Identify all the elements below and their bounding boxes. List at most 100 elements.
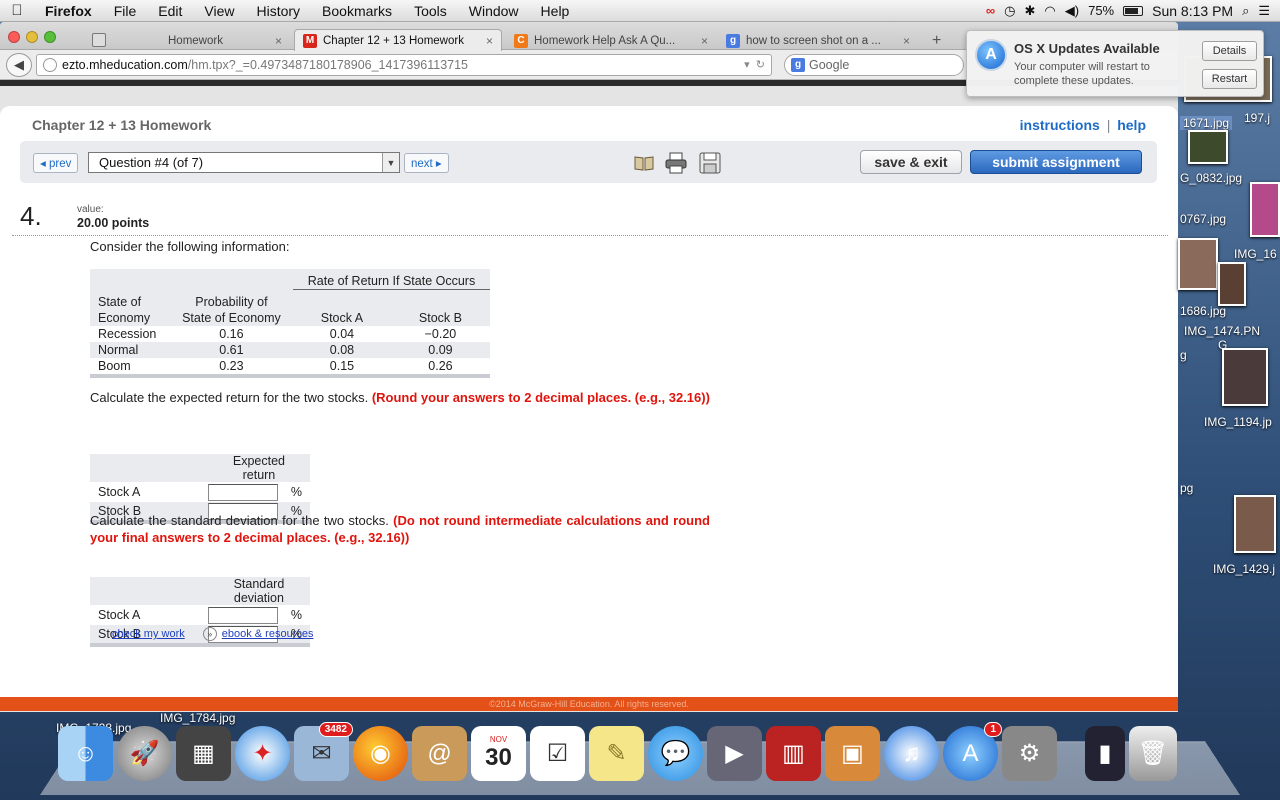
details-button[interactable]: Details — [1202, 41, 1257, 61]
itunes-icon[interactable]: ♫ — [884, 726, 939, 781]
close-tab-icon[interactable]: × — [267, 34, 282, 48]
close-window-button[interactable] — [8, 31, 20, 43]
clock[interactable]: Sun 8:13 PM — [1152, 3, 1233, 19]
header-spacer — [90, 269, 170, 290]
safari-icon[interactable]: ✦ — [235, 726, 290, 781]
desktop-file-label[interactable]: g — [1180, 348, 1187, 362]
notification-center-icon[interactable]: ☰ — [1258, 3, 1270, 19]
notification-body: Your computer will restart to complete t… — [1014, 61, 1150, 87]
desktop-file-label[interactable]: IMG_1474.PN — [1184, 324, 1260, 338]
tab-homework-help[interactable]: C Homework Help Ask A Qu... × — [506, 30, 716, 51]
contacts-icon[interactable]: @ — [412, 726, 467, 781]
menu-app-firefox[interactable]: Firefox — [34, 3, 103, 19]
launchpad-icon[interactable]: 🚀 — [117, 726, 172, 781]
mail-icon[interactable]: ✉ 3482 — [294, 722, 353, 781]
desktop-thumbnail[interactable] — [1218, 262, 1246, 306]
desktop-file-label[interactable]: pg — [1180, 481, 1193, 495]
submit-assignment-button[interactable]: submit assignment — [970, 150, 1142, 174]
search-bar[interactable]: g Google — [784, 53, 964, 76]
menu-window[interactable]: Window — [458, 3, 530, 19]
time-machine-icon[interactable]: ◷ — [1004, 3, 1015, 19]
std-dev-a-input[interactable] — [207, 606, 278, 624]
desktop-file-label[interactable]: 1686.jpg — [1180, 304, 1226, 318]
desktop-file-label[interactable]: IMG_1784.jpg — [160, 711, 235, 725]
wifi-icon[interactable]: ◠ — [1044, 3, 1055, 19]
zoom-window-button[interactable] — [44, 31, 56, 43]
instructions-link[interactable]: instructions — [1020, 117, 1100, 133]
menu-history[interactable]: History — [245, 3, 311, 19]
infinity-icon[interactable]: ∞ — [986, 3, 995, 18]
google-search-icon[interactable]: g — [791, 57, 805, 72]
battery-percent[interactable]: 75% — [1088, 3, 1114, 18]
app-store-dock-icon[interactable]: A1 — [943, 722, 1002, 781]
expected-return-a-input[interactable] — [207, 483, 278, 501]
desktop-thumbnail[interactable] — [1188, 130, 1228, 164]
desktop-file-label[interactable]: G_0832.jpg — [1180, 171, 1242, 185]
tab-label: Chapter 12 + 13 Homework — [323, 34, 464, 47]
help-link[interactable]: help — [1117, 117, 1146, 133]
save-icon[interactable] — [698, 151, 722, 175]
desktop-file-label[interactable]: IMG_1429.j — [1213, 562, 1275, 576]
downloads-stack-icon[interactable]: ▮ — [1085, 726, 1125, 781]
desktop-file-label[interactable]: IMG_1194.jp — [1204, 415, 1272, 429]
volume-icon[interactable]: ◀) — [1065, 3, 1079, 19]
percent-label: % — [290, 608, 302, 622]
close-tab-icon[interactable]: × — [693, 34, 708, 48]
menu-bookmarks[interactable]: Bookmarks — [311, 3, 403, 19]
prev-button[interactable]: ◂ prev — [33, 153, 79, 173]
tab-homework[interactable]: Homework × — [120, 30, 290, 51]
menu-help[interactable]: Help — [530, 3, 581, 19]
messages-icon[interactable]: 💬 — [648, 726, 703, 781]
ebook-expand-icon[interactable]: » — [202, 627, 217, 641]
desktop-file-label[interactable]: 1671.jpg — [1180, 116, 1233, 130]
system-preferences-icon[interactable]: ⚙ — [1002, 726, 1057, 781]
menu-tools[interactable]: Tools — [403, 3, 458, 19]
back-button[interactable]: ◀ — [6, 52, 32, 77]
desktop-file-label[interactable]: 0767.jpg — [1180, 212, 1226, 226]
mission-control-icon[interactable]: ▦ — [176, 726, 231, 781]
desktop-thumbnail[interactable] — [1178, 238, 1218, 290]
print-icon[interactable] — [664, 151, 688, 175]
apple-icon[interactable]:  — [0, 2, 34, 19]
save-exit-button[interactable]: save & exit — [860, 150, 962, 174]
battery-icon[interactable] — [1123, 5, 1144, 16]
tab-groups-icon[interactable] — [92, 33, 106, 47]
finder-icon[interactable]: ☺ — [58, 726, 113, 781]
firefox-icon[interactable]: ◉ — [353, 726, 408, 781]
tab-screen-shot-search[interactable]: g how to screen shot on a ... × — [718, 30, 918, 51]
trash-icon[interactable]: 🗑 — [1129, 726, 1177, 781]
close-tab-icon[interactable]: × — [895, 34, 910, 48]
desktop-thumbnail[interactable] — [1222, 348, 1268, 406]
close-tab-icon[interactable]: × — [478, 34, 493, 48]
minimize-window-button[interactable] — [26, 31, 38, 43]
notes-icon[interactable]: ✎ — [589, 726, 644, 781]
next-button[interactable]: next ▸ — [404, 153, 449, 173]
book-icon[interactable] — [632, 151, 656, 175]
check-my-work-link[interactable]: check my work — [112, 628, 185, 640]
calendar-icon[interactable]: NOV 30 — [471, 726, 526, 781]
menu-view[interactable]: View — [193, 3, 245, 19]
points-value: 20.00 points — [77, 216, 150, 230]
facetime-icon[interactable]: ▶ — [707, 726, 762, 781]
menu-edit[interactable]: Edit — [147, 3, 193, 19]
chevron-down-icon[interactable]: ▼ — [382, 153, 399, 172]
desktop-thumbnail[interactable] — [1250, 182, 1280, 237]
new-tab-button[interactable]: + — [932, 32, 941, 50]
question-select[interactable]: Question #4 (of 7) ▼ — [88, 152, 400, 173]
desktop-file-label[interactable]: 197.j — [1244, 111, 1270, 125]
tab-chapter-homework[interactable]: M Chapter 12 + 13 Homework × — [294, 29, 502, 51]
restart-button[interactable]: Restart — [1202, 69, 1257, 89]
menu-file[interactable]: File — [103, 3, 148, 19]
ebook-resources-link[interactable]: ebook & resources — [222, 628, 314, 640]
url-bar[interactable]: ezto.mheducation.com /hm.tpx?_=0.4973487… — [36, 53, 772, 76]
bluetooth-icon[interactable]: ✱ — [1025, 3, 1036, 19]
spotlight-icon[interactable]: ⌕ — [1242, 3, 1249, 19]
desktop-thumbnail[interactable] — [1234, 495, 1276, 553]
app-store-icon: A — [975, 39, 1007, 71]
reload-icon[interactable]: ▾ ↻ — [744, 58, 765, 71]
dock-separator — [1061, 726, 1081, 781]
reminders-icon[interactable]: ☑ — [530, 726, 585, 781]
desktop-file-label[interactable]: IMG_16 — [1234, 247, 1277, 261]
iphoto-icon[interactable]: ▣ — [825, 726, 880, 781]
photo-booth-icon[interactable]: ▥ — [766, 726, 821, 781]
